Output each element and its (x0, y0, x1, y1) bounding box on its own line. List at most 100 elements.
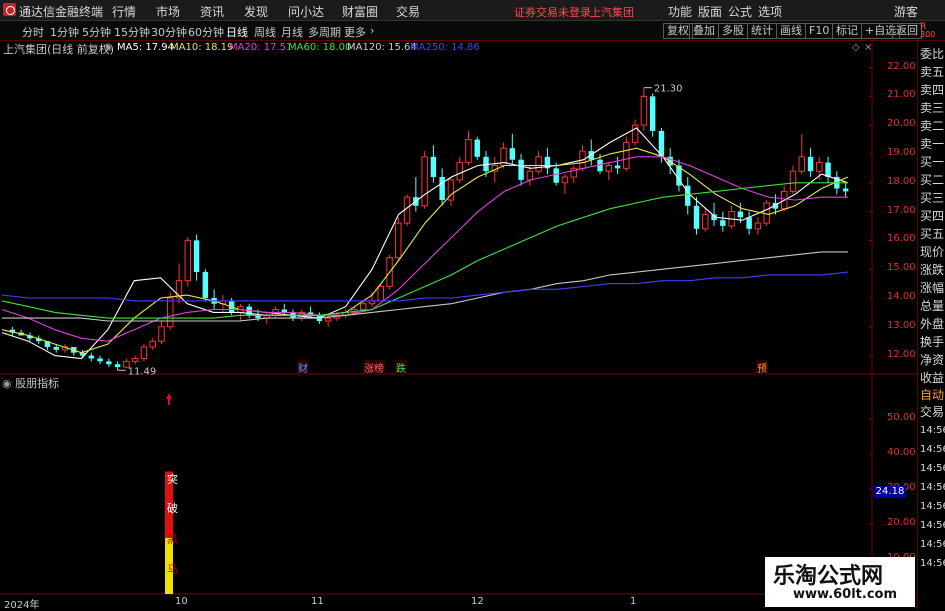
price-axis-label: 22.00 (887, 60, 916, 72)
sidebar-auto[interactable]: 自动 (920, 386, 944, 403)
close-icon[interactable]: × (864, 42, 872, 53)
candle-body-down (553, 168, 559, 183)
trade-time: 14:56 (920, 444, 945, 455)
date-label-oct: 10 (175, 596, 188, 607)
quote-sidebar: R 300 委比 卖五 卖四 卖三 卖二 卖一 买一 买二 买三 买四 买五 现价 涨跌 涨幅 总量 外盘 换手… (917, 22, 945, 609)
candle-body-down (807, 156, 814, 172)
sidebar-item: 委比 (920, 47, 945, 61)
sidebar-item: 卖四 (920, 83, 945, 97)
price-axis-label: 12.00 (887, 348, 916, 360)
candle-body-up (798, 156, 805, 172)
event-top-gainer[interactable]: 涨榜 (363, 360, 385, 375)
candle-body-down (88, 355, 95, 359)
price-axis-label: 19.00 (887, 146, 916, 158)
trade-time: 14:56 (920, 520, 945, 531)
candle-body-up (702, 213, 709, 230)
high-price-label: 21.30 (654, 84, 683, 95)
sub-axis-label: 40.00 (887, 447, 916, 458)
diamond-icon[interactable]: ◇ (852, 42, 860, 53)
candle-body-down (106, 361, 112, 365)
candle-body-up (816, 162, 823, 172)
candle-body-up (421, 156, 428, 207)
candle-body-up (754, 222, 762, 230)
candle-body-up (535, 156, 542, 172)
candle-body-up (359, 303, 367, 311)
candle-body-up (789, 170, 797, 192)
candle-body-down (693, 205, 700, 229)
candle-body-up (158, 326, 165, 342)
sidebar-item: 净资 (920, 353, 945, 367)
sidebar-item: 卖三 (920, 101, 945, 115)
price-axis-label: 16.00 (887, 233, 916, 245)
sidebar-item: 换手 (920, 335, 945, 349)
candle-body-down (474, 139, 480, 157)
ma60-label: MA60: 18.00 (288, 42, 352, 53)
sidebar-item: 外盘 (920, 317, 945, 331)
candle-body-up (640, 95, 648, 126)
price-axis-label: 18.00 (887, 175, 916, 187)
date-label-nov: 11 (311, 596, 324, 607)
candle-body-up (631, 124, 639, 143)
sub-indicator-title[interactable]: ◉ 股朋指标 (2, 375, 59, 391)
sidebar-item: 买一 (920, 155, 945, 169)
candle-body-down (737, 211, 744, 218)
candle-body-down (439, 176, 445, 201)
signal-text-1: 突 (167, 473, 178, 486)
sidebar-trade[interactable]: 交易 (920, 403, 944, 420)
candle-body-up (403, 196, 411, 224)
sidebar-item: 卖二 (920, 119, 945, 133)
ma250-label: MA250: 14.86 (410, 42, 480, 53)
candle-body-up (167, 297, 174, 328)
candle-body-down (614, 165, 621, 169)
candle-body-up (324, 317, 332, 322)
date-label-jan: 1 (630, 596, 637, 607)
watermark-title: 乐淘公式网 (773, 563, 884, 589)
ma120-label: MA120: 15.64 (347, 42, 417, 53)
candle-body-up (184, 239, 192, 282)
sidebar-item: 总量 (920, 299, 945, 313)
price-axis-label: 20.00 (887, 118, 916, 130)
sidebar-item: 涨跌 (920, 263, 945, 277)
candle-body-down (746, 217, 752, 229)
candle-body-up (131, 357, 139, 362)
watermark: 乐淘公式网 www.60lt.com (765, 557, 915, 607)
candle-body-down (430, 156, 437, 177)
signal-text-2: 破 (167, 502, 178, 515)
candle-body-up (149, 340, 156, 348)
candle-body-down (518, 159, 524, 180)
candle-body-down (97, 358, 103, 362)
event-forecast[interactable]: 预 (756, 360, 768, 375)
sidebar-item: 买二 (920, 173, 945, 187)
sidebar-item: 收益 (920, 371, 945, 385)
settings-circle-icon[interactable]: ◉ (2, 377, 12, 390)
chart-title: 上汽集团(日线 前复权) (3, 43, 115, 56)
candle-body-down (193, 240, 200, 273)
candle-body-down (114, 364, 121, 368)
trade-time: 14:56 (920, 558, 945, 569)
price-axis-label: 17.00 (887, 204, 916, 216)
candle-body-up (526, 170, 534, 181)
trade-time: 14:56 (920, 482, 945, 493)
event-drop[interactable]: 跌 (395, 360, 407, 375)
settings-circle-icon[interactable]: ◉ (104, 42, 113, 53)
price-chart[interactable]: 21.30 11.49 (0, 0, 945, 609)
candle-body-down (825, 162, 831, 177)
event-earnings[interactable]: 财 (297, 360, 309, 375)
sidebar-item: 买五 (920, 227, 945, 241)
price-axis-label: 13.00 (887, 319, 916, 331)
price-axis-label: 14.00 (887, 290, 916, 302)
sidebar-item: 现价 (920, 245, 945, 259)
candle-body-up (561, 176, 569, 184)
candle-body-up (605, 164, 613, 172)
candle-body-up (465, 139, 472, 164)
sidebar-item: 卖一 (920, 137, 945, 151)
trade-time: 14:56 (920, 501, 945, 512)
candle-body-down (509, 148, 516, 160)
date-label-dec: 12 (471, 596, 484, 607)
sidebar-item: 买三 (920, 191, 945, 205)
price-axis-label: 15.00 (887, 262, 916, 274)
candle-body-down (649, 96, 656, 131)
sidebar-300: 300 (920, 30, 936, 39)
sub-axis-label: 20.00 (887, 517, 916, 528)
candle-body-down (720, 220, 726, 226)
